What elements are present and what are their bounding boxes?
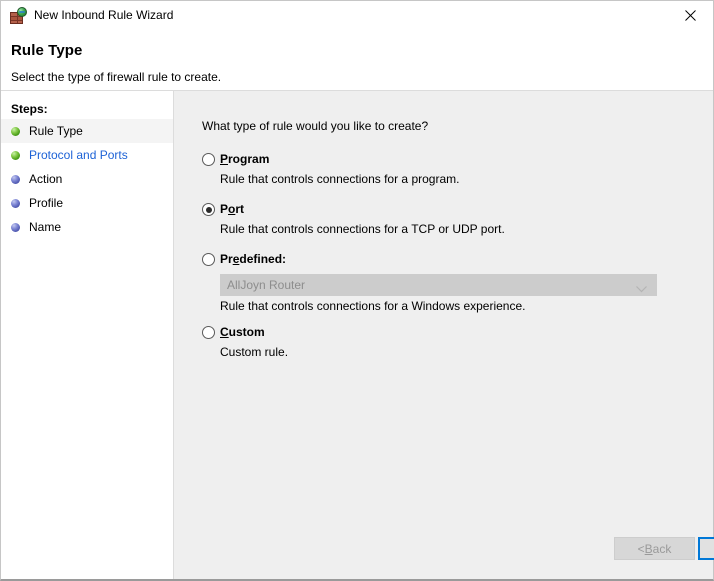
- title-bar: New Inbound Rule Wizard: [1, 1, 713, 30]
- rule-type-option-group: Program Rule that controls connections fo…: [202, 151, 672, 374]
- sidebar-step-profile: Profile: [1, 191, 173, 215]
- globe-icon-part: [17, 6, 27, 17]
- radio-row-predefined[interactable]: Predefined:: [202, 251, 672, 269]
- radio-label-program: Program: [220, 152, 270, 166]
- option-description-custom: Custom rule.: [220, 345, 289, 359]
- option-predefined[interactable]: Predefined: AllJoyn Router Rule that contr…: [202, 251, 672, 314]
- option-description-predefined: Rule that controls connections for a Win…: [220, 299, 526, 313]
- sidebar-step-label: Protocol and Ports: [29, 148, 128, 162]
- wizard-body: Steps: Rule Type Protocol and Ports Action…: [1, 91, 714, 579]
- predefined-rule-combobox[interactable]: AllJoyn Router: [220, 274, 657, 296]
- main-panel: What type of rule would you like to crea…: [174, 91, 714, 579]
- step-bullet-icon: [11, 150, 20, 160]
- predefined-rule-value: AllJoyn Router: [227, 278, 306, 292]
- radio-label-custom: Custom: [220, 325, 265, 339]
- sidebar-step-rule-type: Rule Type: [1, 119, 173, 143]
- radio-predefined[interactable]: [202, 253, 215, 266]
- option-description-port: Rule that controls connections for a TCP…: [220, 222, 505, 236]
- sidebar-step-label: Profile: [29, 196, 64, 210]
- radio-row-program[interactable]: Program: [202, 151, 672, 169]
- window-title: New Inbound Rule Wizard: [34, 8, 174, 22]
- steps-sidebar: Steps: Rule Type Protocol and Ports Action…: [1, 91, 174, 579]
- button-bar: < Back Next > Cancel: [174, 504, 714, 579]
- step-bullet-icon: [11, 222, 20, 232]
- radio-row-custom[interactable]: Custom: [202, 324, 672, 342]
- step-bullet-icon: [11, 126, 20, 136]
- option-description-program: Rule that controls connections for a pro…: [220, 172, 460, 186]
- next-button[interactable]: Next >: [698, 537, 714, 560]
- step-bullet-icon: [11, 198, 20, 208]
- question-text: What type of rule would you like to crea…: [202, 119, 429, 133]
- back-button[interactable]: < Back: [614, 537, 695, 560]
- option-program[interactable]: Program Rule that controls connections fo…: [202, 151, 672, 187]
- sidebar-step-label: Rule Type: [29, 124, 83, 138]
- radio-label-port: Port: [220, 202, 245, 216]
- sidebar-step-name: Name: [1, 215, 173, 239]
- step-bullet-icon: [11, 174, 20, 184]
- steps-list: Rule Type Protocol and Ports Action Profile…: [1, 119, 173, 239]
- wizard-header: Rule Type Select the type of firewall ru…: [1, 30, 713, 91]
- chevron-down-icon: [636, 282, 647, 296]
- wizard-window: New Inbound Rule Wizard Rule Type Select…: [0, 0, 714, 581]
- radio-custom[interactable]: [202, 326, 215, 339]
- sidebar-step-protocol-and-ports[interactable]: Protocol and Ports: [1, 143, 173, 167]
- steps-heading: Steps:: [11, 102, 48, 116]
- sidebar-step-label: Action: [29, 172, 63, 186]
- sidebar-step-action: Action: [1, 167, 173, 191]
- firewall-brick-globe-icon: [9, 6, 27, 25]
- page-title: Rule Type: [11, 42, 83, 59]
- page-subtitle: Select the type of firewall rule to crea…: [11, 70, 222, 84]
- option-port[interactable]: Port Rule that controls connections for a…: [202, 201, 672, 237]
- close-icon[interactable]: [668, 1, 713, 30]
- radio-row-port[interactable]: Port: [202, 201, 672, 219]
- option-custom[interactable]: Custom Custom rule.: [202, 324, 672, 360]
- radio-label-predefined: Predefined:: [220, 252, 287, 266]
- radio-port[interactable]: [202, 203, 215, 216]
- radio-program[interactable]: [202, 153, 215, 166]
- sidebar-step-label: Name: [29, 220, 62, 234]
